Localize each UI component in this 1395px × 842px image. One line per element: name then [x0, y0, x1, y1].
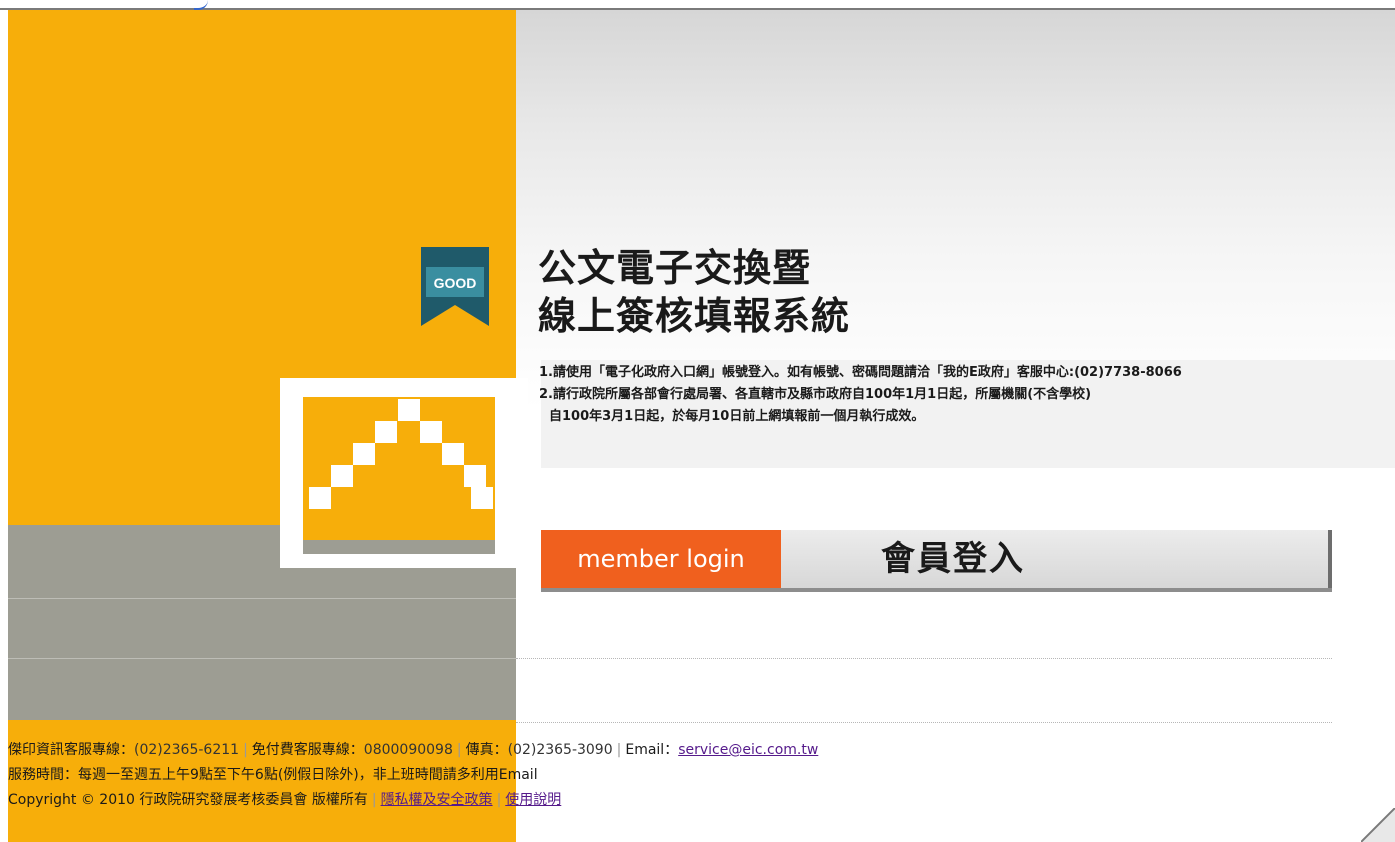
form-divider — [516, 722, 1332, 723]
notice-line-2: 2.請行政院所屬各部會行處局署、各直轄市及縣市政府自100年1月1日起，所屬機關… — [539, 387, 1092, 402]
corner-fold-icon — [1361, 808, 1395, 842]
mountain-box-shadow — [303, 540, 495, 554]
notice-line-1: 1.請使用「電子化政府入口網」帳號登入。如有帳號、密碼問題請洽「我的E政府」客服… — [539, 365, 1182, 380]
pixel-mountain-icon — [303, 397, 495, 540]
tollfree-label: 免付費客服專線： — [251, 742, 364, 758]
separator: | — [496, 792, 502, 808]
email-label: Email： — [625, 742, 679, 758]
privacy-policy-link[interactable]: 隱私權及安全政策 — [381, 792, 493, 808]
gray-stripe-line — [8, 598, 516, 599]
separator: | — [456, 742, 462, 758]
separator: | — [243, 742, 248, 758]
fax-label: 傳真： — [465, 742, 508, 758]
service-hours: 服務時間：每週一至週五上午9點至下午6點(例假日除外)，非上班時間請多利用Ema… — [8, 767, 538, 783]
separator: | — [371, 792, 377, 808]
tollfree-value: 0800090098 — [363, 742, 453, 758]
page-title: 公文電子交換暨 線上簽核填報系統 — [538, 244, 850, 340]
member-login-title[interactable]: 會員登入 — [781, 530, 1332, 588]
copyright-text: Copyright © 2010 行政院研究發展考核委員會 版權所有 — [8, 792, 368, 808]
separator: | — [616, 742, 622, 758]
login-bar-shadow — [541, 588, 1332, 592]
copyright-line: Copyright © 2010 行政院研究發展考核委員會 版權所有 | 隱私權及安… — [8, 788, 1078, 813]
member-login-bar[interactable]: member login 會員登入 — [541, 530, 1332, 588]
good-badge-icon: GOOD — [421, 247, 489, 326]
usage-guide-link[interactable]: 使用說明 — [505, 792, 561, 808]
title-line-2: 線上簽核填報系統 — [538, 294, 851, 338]
notice-line-3: 自100年3月1日起，於每月10日前上網填報前一個月執行成效。 — [549, 409, 925, 424]
gray-stripe-line — [8, 658, 516, 659]
email-link[interactable]: service@eic.com.tw — [678, 742, 818, 758]
page-frame: GOOD 公文電子交換暨 線上簽核填報系統 1.請使用「電子化政府入口網」帳號登… — [8, 10, 1395, 842]
hotline-label: 傑印資訊客服專線： — [8, 742, 134, 758]
member-login-label[interactable]: member login — [541, 530, 781, 588]
footer-contact-line: 傑印資訊客服專線：(02)2365-6211 | 免付費客服專線：080009009… — [8, 738, 1078, 763]
form-divider — [516, 658, 1332, 659]
title-line-1: 公文電子交換暨 — [538, 246, 812, 290]
hotline-value: (02)2365-6211 — [134, 742, 240, 758]
svg-text:GOOD: GOOD — [434, 275, 477, 291]
notice-text: 1.請使用「電子化政府入口網」帳號登入。如有帳號、密碼問題請洽「我的E政府」客服… — [539, 362, 1395, 428]
fax-value: (02)2365-3090 — [507, 742, 613, 758]
footer: 傑印資訊客服專線：(02)2365-6211 | 免付費客服專線：080009009… — [8, 738, 1078, 813]
